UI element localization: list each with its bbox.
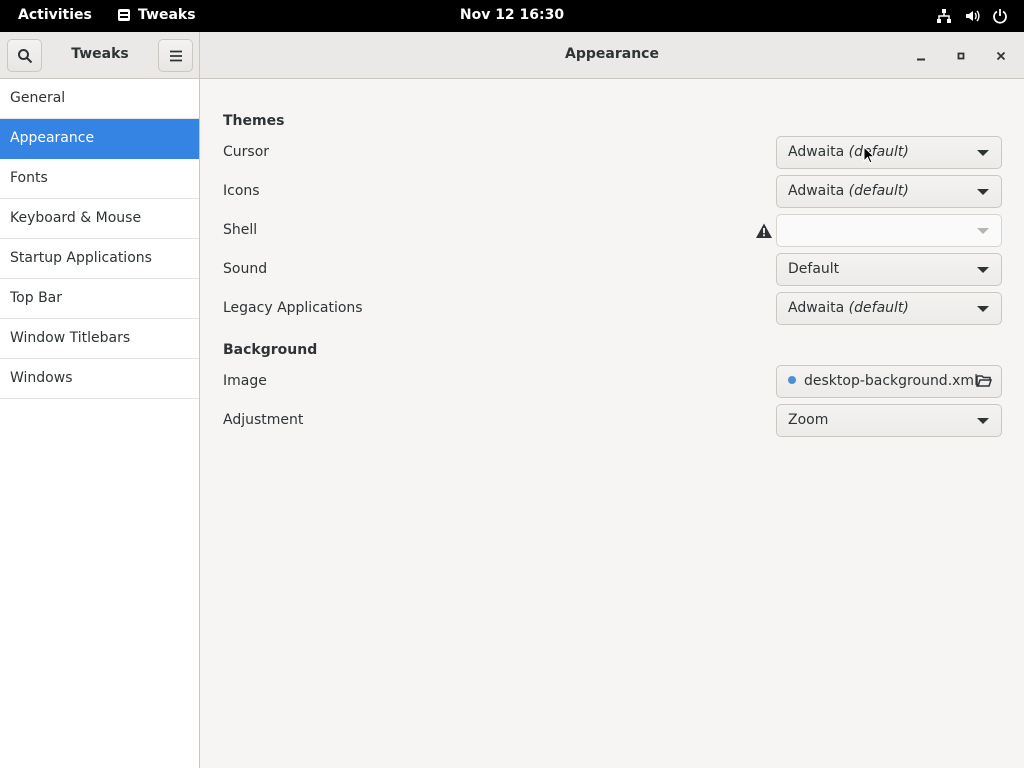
folder-open-icon [976, 375, 992, 387]
icons-label: Icons [223, 183, 260, 199]
minimize-button[interactable] [909, 44, 933, 68]
legacy-theme-default-tag: (default) [848, 300, 909, 316]
chevron-down-icon [977, 150, 989, 156]
sidebar-item-windows[interactable]: Windows [0, 359, 199, 399]
icons-theme-default-tag: (default) [848, 183, 909, 199]
hamburger-menu-icon [169, 50, 182, 61]
background-image-value: desktop-background.xml [804, 373, 978, 389]
mouse-pointer-icon [863, 146, 875, 164]
sidebar-item-general[interactable]: General [0, 79, 199, 119]
icons-theme-value: Adwaita [788, 183, 845, 199]
close-button[interactable] [989, 44, 1013, 68]
header-bar: Tweaks Appearance [0, 32, 1024, 79]
network-icon [937, 9, 951, 23]
power-icon [993, 9, 1007, 24]
top-bar: Activities Tweaks Nov 12 16:30 [0, 0, 1024, 32]
sound-theme-value: Default [788, 261, 840, 277]
warning-icon [756, 223, 772, 238]
sidebar-title: Tweaks [71, 46, 129, 62]
maximize-icon [957, 52, 965, 60]
adjustment-label: Adjustment [223, 412, 304, 428]
chevron-down-icon [977, 306, 989, 312]
sidebar-item-startup-applications[interactable]: Startup Applications [0, 239, 199, 279]
chevron-down-icon [977, 418, 989, 424]
shell-theme-dropdown[interactable] [776, 214, 1002, 247]
sidebar-item-fonts[interactable]: Fonts [0, 159, 199, 199]
background-heading: Background [223, 342, 318, 358]
cursor-theme-value: Adwaita [788, 144, 845, 160]
cursor-theme-default-tag: (default) [848, 144, 909, 160]
chevron-down-icon [977, 228, 989, 234]
maximize-button[interactable] [949, 44, 973, 68]
sidebar-item-top-bar[interactable]: Top Bar [0, 279, 199, 319]
sidebar-header: Tweaks [0, 32, 200, 78]
adjustment-value: Zoom [788, 412, 829, 428]
image-label: Image [223, 373, 267, 389]
cursor-theme-dropdown[interactable]: Adwaita (default) [776, 136, 1002, 169]
sound-label: Sound [223, 261, 268, 277]
search-button[interactable] [7, 39, 42, 72]
legacy-applications-theme-dropdown[interactable]: Adwaita (default) [776, 292, 1002, 325]
chevron-down-icon [977, 189, 989, 195]
system-status-area[interactable] [936, 8, 1008, 24]
background-image-chooser[interactable]: desktop-background.xml [776, 365, 1002, 398]
chevron-down-icon [977, 267, 989, 273]
adjustment-dropdown[interactable]: Zoom [776, 404, 1002, 437]
legacy-theme-value: Adwaita [788, 300, 845, 316]
search-icon [17, 48, 32, 63]
xml-file-icon [788, 376, 796, 384]
themes-heading: Themes [223, 113, 285, 129]
page-title: Appearance [565, 46, 659, 62]
close-icon [996, 51, 1006, 61]
cursor-label: Cursor [223, 144, 270, 160]
main-menu-button[interactable] [158, 39, 193, 72]
appearance-panel: Themes Cursor Adwaita (default) Icons Ad… [201, 79, 1024, 768]
sidebar: General Appearance Fonts Keyboard & Mous… [0, 79, 200, 768]
sidebar-item-appearance[interactable]: Appearance [0, 119, 199, 159]
minimize-icon [917, 58, 925, 61]
legacy-applications-label: Legacy Applications [223, 300, 363, 316]
sound-theme-dropdown[interactable]: Default [776, 253, 1002, 286]
volume-icon [966, 10, 980, 22]
sidebar-item-window-titlebars[interactable]: Window Titlebars [0, 319, 199, 359]
sidebar-item-keyboard-mouse[interactable]: Keyboard & Mouse [0, 199, 199, 239]
shell-label: Shell [223, 222, 258, 238]
icons-theme-dropdown[interactable]: Adwaita (default) [776, 175, 1002, 208]
clock[interactable]: Nov 12 16:30 [0, 7, 1024, 23]
